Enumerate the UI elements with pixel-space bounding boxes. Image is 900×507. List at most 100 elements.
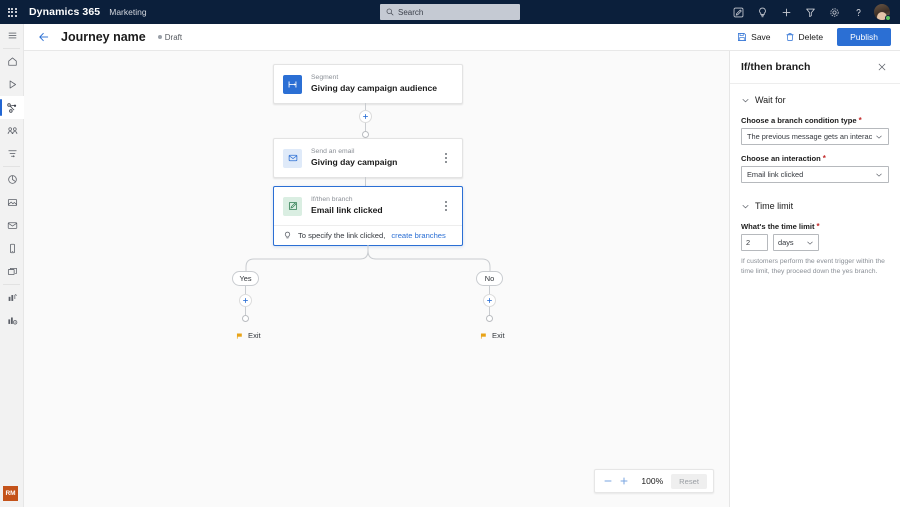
sidebar-item-insights[interactable] [0, 309, 24, 332]
back-button[interactable] [31, 24, 57, 50]
interaction-label: Choose an interaction * [741, 154, 826, 163]
node-send-email-kicker: Send an email [311, 147, 355, 155]
branch-yes[interactable]: Yes [232, 271, 259, 286]
zoom-controls: 100% Reset [594, 469, 714, 493]
section-time-limit-header[interactable]: Time limit [741, 201, 889, 211]
time-limit-row: days [741, 234, 889, 251]
panel-title: If/then branch [741, 61, 811, 73]
sidebar-item-pages[interactable] [0, 260, 24, 283]
node-send-email-title: Giving day campaign [311, 157, 398, 168]
rail-divider [3, 48, 20, 49]
section-time-limit-title: Time limit [755, 201, 794, 211]
branch-condition-type-select[interactable]: The previous message gets an interaction [741, 128, 889, 145]
zoom-out-button[interactable] [601, 473, 615, 489]
command-bar: Journey name Draft Save Delete Publish [24, 24, 900, 51]
exit-yes[interactable]: Exit [236, 331, 261, 340]
sidebar-item-reports[interactable] [0, 286, 24, 309]
presence-indicator [885, 15, 891, 21]
required-marker: * [816, 222, 820, 231]
publish-button[interactable]: Publish [837, 28, 891, 46]
app-name-label: Marketing [109, 7, 147, 17]
analytics-icon [7, 175, 17, 184]
connector-dot [362, 131, 369, 138]
insights-icon [7, 317, 17, 325]
add-step-button-no[interactable] [483, 294, 496, 307]
sidebar-item-analytics[interactable] [0, 168, 24, 191]
node-segment-text: Segment Giving day campaign audience [311, 74, 437, 94]
node-if-then-branch-title: Email link clicked [311, 205, 383, 216]
sidebar-item-mobile[interactable] [0, 237, 24, 260]
suite-icon-group [726, 0, 894, 24]
chevron-down-icon [872, 171, 883, 179]
reports-icon [8, 294, 17, 301]
edit-note-icon [733, 7, 743, 17]
node-send-email[interactable]: Send an email Giving day campaign [273, 138, 463, 178]
branch-icon [283, 196, 302, 216]
brand-label: Dynamics 365 [29, 6, 101, 18]
home-icon [7, 57, 17, 66]
sidebar-item-recent[interactable] [0, 73, 24, 96]
sidebar-item-segments[interactable] [0, 142, 24, 165]
close-icon[interactable] [875, 60, 889, 74]
section-wait-for-title: Wait for [755, 95, 786, 105]
arrow-left-icon [39, 32, 49, 42]
time-limit-label: What's the time limit * [741, 222, 820, 231]
plus-icon [487, 298, 492, 303]
sidebar-item-menu[interactable] [0, 24, 24, 47]
add-step-button-yes[interactable] [239, 294, 252, 307]
minus-icon [604, 480, 612, 482]
rail-footer-badge[interactable]: RM [3, 486, 18, 501]
plus-icon [243, 298, 248, 303]
insights-button[interactable] [750, 0, 774, 24]
node-segment[interactable]: Segment Giving day campaign audience [273, 64, 463, 104]
sidebar-item-journeys[interactable] [0, 96, 24, 119]
sidebar-item-home[interactable] [0, 50, 24, 73]
branch-condition-type-label: Choose a branch condition type * [741, 116, 862, 125]
exit-yes-label: Exit [248, 331, 261, 340]
node-send-email-menu[interactable] [439, 148, 453, 168]
time-limit-amount-input[interactable] [741, 234, 768, 251]
sidebar-item-emails[interactable] [0, 214, 24, 237]
time-limit-helper-text: If customers perform the event trigger w… [741, 258, 885, 275]
app-launcher-button[interactable] [0, 0, 24, 24]
branch-splitter [245, 245, 491, 278]
sidebar-item-forms[interactable] [0, 191, 24, 214]
node-tip-text: To specify the link clicked, [298, 231, 386, 240]
exit-no[interactable]: Exit [480, 331, 505, 340]
pages-icon [7, 267, 17, 276]
create-branches-link[interactable]: create branches [391, 231, 445, 240]
lightbulb-icon [284, 231, 291, 239]
zoom-in-button[interactable] [617, 473, 631, 489]
delete-button[interactable]: Delete [779, 29, 830, 45]
left-nav-rail: RM [0, 24, 24, 507]
help-button[interactable] [846, 0, 870, 24]
save-button[interactable]: Save [731, 29, 776, 45]
interaction-select[interactable]: Email link clicked [741, 166, 889, 183]
time-limit-unit-select[interactable]: days [773, 234, 819, 251]
zoom-level: 100% [641, 476, 664, 486]
node-if-then-branch[interactable]: If/then branch Email link clicked To spe… [273, 186, 463, 246]
node-if-then-branch-menu[interactable] [439, 196, 453, 216]
global-search[interactable]: Search [380, 4, 520, 20]
avatar[interactable] [870, 0, 894, 24]
node-if-then-branch-kicker: If/then branch [311, 195, 353, 203]
chevron-down-icon [742, 98, 749, 102]
forms-icon [7, 199, 17, 206]
section-wait-for-header[interactable]: Wait for [741, 95, 889, 105]
connector-line [365, 177, 366, 186]
help-icon [856, 8, 861, 16]
chevron-down-icon [742, 204, 749, 208]
add-step-button-1[interactable] [359, 110, 372, 123]
branch-no[interactable]: No [476, 271, 503, 286]
settings-button[interactable] [822, 0, 846, 24]
zoom-reset-button[interactable]: Reset [671, 473, 707, 489]
exit-no-label: Exit [492, 331, 505, 340]
save-icon [738, 33, 747, 41]
filter-button[interactable] [798, 0, 822, 24]
edit-note-button[interactable] [726, 0, 750, 24]
sidebar-item-events[interactable] [0, 119, 24, 142]
search-icon [386, 8, 394, 16]
journey-canvas[interactable]: Segment Giving day campaign audience Sen… [24, 51, 729, 507]
rail-footer-badge-label: RM [5, 490, 16, 497]
new-button[interactable] [774, 0, 798, 24]
